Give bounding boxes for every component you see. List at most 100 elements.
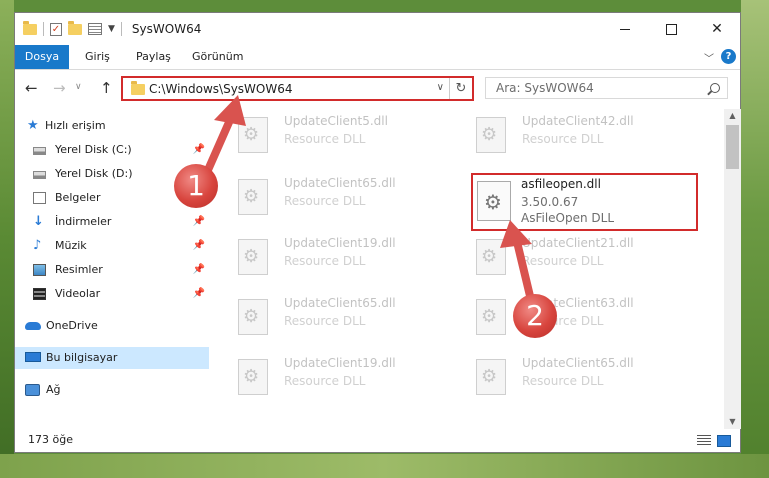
desktop-background-bottom	[0, 454, 769, 478]
file-name: UpdateClient19.dll	[284, 236, 396, 250]
close-icon: ✕	[711, 21, 723, 37]
search-input[interactable]: Ara: SysWOW64	[485, 77, 728, 99]
dll-file-icon	[238, 117, 268, 153]
sidebar-item-local-disk-c[interactable]: Yerel Disk (C:) 📌	[15, 139, 209, 161]
pin-icon[interactable]: 📌	[193, 259, 205, 281]
highlighted-file-tile[interactable]: asfileopen.dll 3.50.0.67 AsFileOpen DLL	[471, 173, 698, 231]
file-tile[interactable]: UpdateClient42.dll Resource DLL	[448, 111, 668, 161]
computer-icon	[25, 352, 41, 362]
network-icon	[25, 384, 40, 396]
dll-file-icon	[238, 179, 268, 215]
customize-toolbar-dropdown-icon[interactable]: ▼	[108, 24, 115, 34]
drive-icon	[33, 147, 46, 155]
file-version: 3.50.0.67	[521, 195, 579, 209]
item-count: 173 öğe	[28, 433, 73, 446]
sidebar-item-this-pc[interactable]: Bu bilgisayar	[15, 347, 209, 369]
vertical-scrollbar[interactable]: ▲ ▼	[724, 109, 741, 429]
back-arrow-icon[interactable]: ←	[25, 79, 38, 97]
dll-file-icon	[476, 359, 506, 395]
up-arrow-icon[interactable]: ↑	[100, 79, 113, 97]
close-button[interactable]: ✕	[694, 13, 740, 45]
file-type: Resource DLL	[284, 194, 366, 208]
pin-icon[interactable]: 📌	[193, 211, 205, 233]
window-title: SysWOW64	[131, 22, 202, 36]
recent-locations-chevron-icon[interactable]: ∨	[75, 82, 82, 92]
file-type: Resource DLL	[522, 132, 604, 146]
file-tile[interactable]: UpdateClient5.dll Resource DLL	[210, 111, 430, 161]
download-icon: ↓	[33, 214, 44, 229]
sidebar-item-label: İndirmeler	[55, 215, 112, 228]
tab-giris[interactable]: Giriş	[85, 45, 110, 69]
file-type: Resource DLL	[522, 374, 604, 388]
sidebar-item-quick-access[interactable]: ★ Hızlı erişim	[15, 115, 209, 137]
file-list: UpdateClient5.dll Resource DLL UpdateCli…	[210, 109, 722, 429]
file-description: AsFileOpen DLL	[521, 211, 615, 225]
pin-icon[interactable]: 📌	[193, 139, 205, 161]
quick-access-toolbar: ✓ ▼ SysWOW64	[23, 20, 202, 37]
minimize-button[interactable]	[602, 13, 648, 45]
sidebar-item-label: Ağ	[46, 383, 61, 396]
properties-check-icon[interactable]: ✓	[50, 22, 62, 36]
file-tile[interactable]: UpdateClient19.dll Resource DLL	[210, 233, 430, 283]
forward-arrow-icon[interactable]: →	[53, 79, 66, 97]
maximize-button[interactable]	[648, 13, 694, 45]
dll-file-icon	[476, 299, 506, 335]
file-name: UpdateClient42.dll	[522, 114, 634, 128]
file-tile[interactable]: UpdateClient65.dll Resource DLL	[448, 353, 668, 403]
file-type: Resource DLL	[522, 254, 604, 268]
file-type: Resource DLL	[284, 132, 366, 146]
sidebar-item-onedrive[interactable]: OneDrive	[15, 315, 209, 337]
file-tile[interactable]: UpdateClient65.dll Resource DLL	[210, 293, 430, 343]
documents-icon	[33, 192, 46, 204]
scrollbar-thumb[interactable]	[726, 125, 739, 169]
sidebar-item-pictures[interactable]: Resimler 📌	[15, 259, 209, 281]
search-icon[interactable]	[710, 83, 720, 93]
dll-file-icon	[238, 359, 268, 395]
drive-icon	[33, 171, 46, 179]
file-name: UpdateClient65.dll	[284, 176, 396, 190]
sidebar-item-videos[interactable]: Videolar 📌	[15, 283, 209, 305]
file-tile[interactable]: UpdateClient19.dll Resource DLL	[210, 353, 430, 403]
file-name: asfileopen.dll	[521, 177, 601, 191]
dll-file-icon	[238, 299, 268, 335]
sidebar-item-label: Videolar	[55, 287, 101, 300]
sidebar-item-label: Resimler	[55, 263, 103, 276]
title-bar: ✓ ▼ SysWOW64 ✕	[15, 13, 740, 45]
file-name: UpdateClient5.dll	[284, 114, 388, 128]
pin-icon[interactable]: 📌	[193, 283, 205, 305]
dll-file-icon	[477, 181, 511, 221]
tab-paylas[interactable]: Paylaş	[136, 45, 171, 69]
help-icon[interactable]: ?	[721, 49, 736, 64]
tab-dosya[interactable]: Dosya	[15, 45, 69, 69]
scroll-down-arrow-icon[interactable]: ▼	[724, 415, 741, 429]
address-path[interactable]: C:\Windows\SysWOW64	[149, 82, 293, 96]
tab-gorunum[interactable]: Görünüm	[192, 45, 243, 69]
new-folder-icon[interactable]	[68, 20, 82, 35]
file-tile[interactable]: UpdateClient21.dll Resource DLL	[448, 233, 668, 283]
sidebar-item-network[interactable]: Ağ	[15, 379, 209, 401]
sidebar-item-label: OneDrive	[46, 319, 98, 332]
ribbon-expand-chevron-icon[interactable]: ﹀	[704, 50, 714, 65]
address-bar[interactable]: C:\Windows\SysWOW64 ∨ ↻	[121, 76, 474, 101]
address-folder-icon	[131, 81, 145, 95]
properties-icon[interactable]	[88, 23, 102, 35]
sidebar-item-downloads[interactable]: ↓ İndirmeler 📌	[15, 211, 209, 233]
address-dropdown-chevron-icon[interactable]: ∨	[437, 82, 444, 93]
large-icons-view-icon[interactable]	[717, 435, 731, 447]
details-view-icon[interactable]	[697, 435, 711, 447]
file-tile[interactable]: UpdateClient65.dll Resource DLL	[210, 173, 430, 223]
file-tile[interactable]: UpdateClient63.dll Resource DLL	[448, 293, 668, 343]
sidebar-item-label: Müzik	[55, 239, 87, 252]
refresh-icon[interactable]: ↻	[449, 78, 472, 99]
file-name: UpdateClient65.dll	[522, 356, 634, 370]
file-name: UpdateClient19.dll	[284, 356, 396, 370]
step-2-badge: 2	[513, 294, 557, 338]
scroll-up-arrow-icon[interactable]: ▲	[724, 109, 741, 123]
pin-icon[interactable]: 📌	[193, 235, 205, 257]
sidebar-item-music[interactable]: ♪ Müzik 📌	[15, 235, 209, 257]
file-name: UpdateClient21.dll	[522, 236, 634, 250]
search-placeholder: Ara: SysWOW64	[496, 81, 594, 95]
sidebar-item-label: Bu bilgisayar	[46, 351, 118, 364]
star-icon: ★	[27, 118, 39, 133]
status-bar: 173 öğe	[15, 431, 740, 452]
